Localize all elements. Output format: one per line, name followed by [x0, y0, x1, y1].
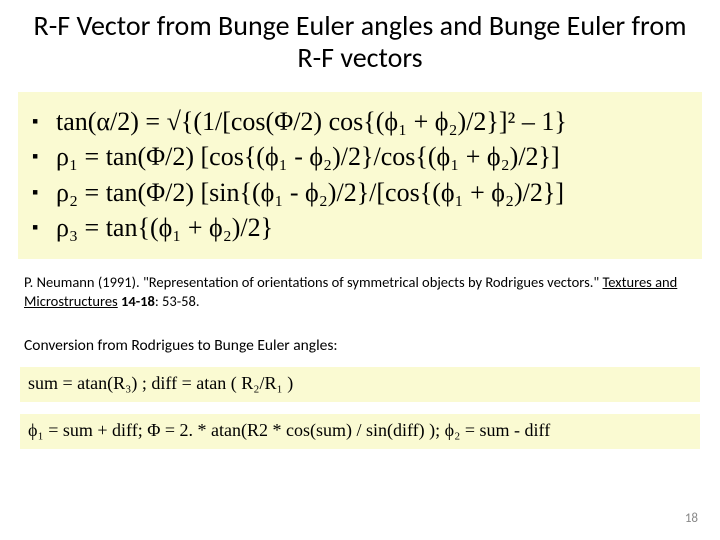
ref-volume: 14-18	[121, 292, 155, 310]
bullet-icon: ▪	[28, 104, 56, 138]
equation-box-1: sum = atan(R₃) ; diff = atan ( R₂/R₁ )	[20, 367, 700, 402]
reference: P. Neumann (1991). "Representation of or…	[24, 273, 696, 311]
ref-tail: : 53-58.	[155, 292, 200, 310]
equation-box-2: ϕ₁ = sum + diff; Φ = 2. * atan(R2 * cos(…	[20, 414, 700, 449]
bullet-icon: ▪	[28, 175, 56, 209]
bullet-icon: ▪	[28, 210, 56, 244]
conversion-label: Conversion from Rodrigues to Bunge Euler…	[24, 336, 696, 355]
bullet-item: ▪ ρ₃ = tan{(ϕ₁ + ϕ₂)/2}	[28, 210, 692, 245]
bullet-icon: ▪	[28, 139, 56, 173]
bullet-text: ρ₂ = tan(Φ/2) [sin{(ϕ₁ - ϕ₂)/2}/[cos{(ϕ₁…	[56, 175, 564, 210]
bullet-item: ▪ ρ₁ = tan(Φ/2) [cos{(ϕ₁ - ϕ₂)/2}/cos{(ϕ…	[28, 139, 692, 174]
slide: R-F Vector from Bunge Euler angles and B…	[0, 0, 720, 540]
bullet-text: tan(α/2) = √{(1/[cos(Φ/2) cos{(ϕ₁ + ϕ₂)/…	[56, 104, 567, 139]
bullet-item: ▪ tan(α/2) = √{(1/[cos(Φ/2) cos{(ϕ₁ + ϕ₂…	[28, 104, 692, 139]
bullet-text: ρ₃ = tan{(ϕ₁ + ϕ₂)/2}	[56, 210, 273, 245]
bullet-box: ▪ tan(α/2) = √{(1/[cos(Φ/2) cos{(ϕ₁ + ϕ₂…	[18, 92, 702, 258]
page-number: 18	[685, 511, 698, 526]
ref-prefix: P. Neumann (1991). "Representation of or…	[24, 273, 603, 291]
slide-title: R-F Vector from Bunge Euler angles and B…	[30, 10, 690, 74]
bullet-text: ρ₁ = tan(Φ/2) [cos{(ϕ₁ - ϕ₂)/2}/cos{(ϕ₁ …	[56, 139, 560, 174]
bullet-item: ▪ ρ₂ = tan(Φ/2) [sin{(ϕ₁ - ϕ₂)/2}/[cos{(…	[28, 175, 692, 210]
